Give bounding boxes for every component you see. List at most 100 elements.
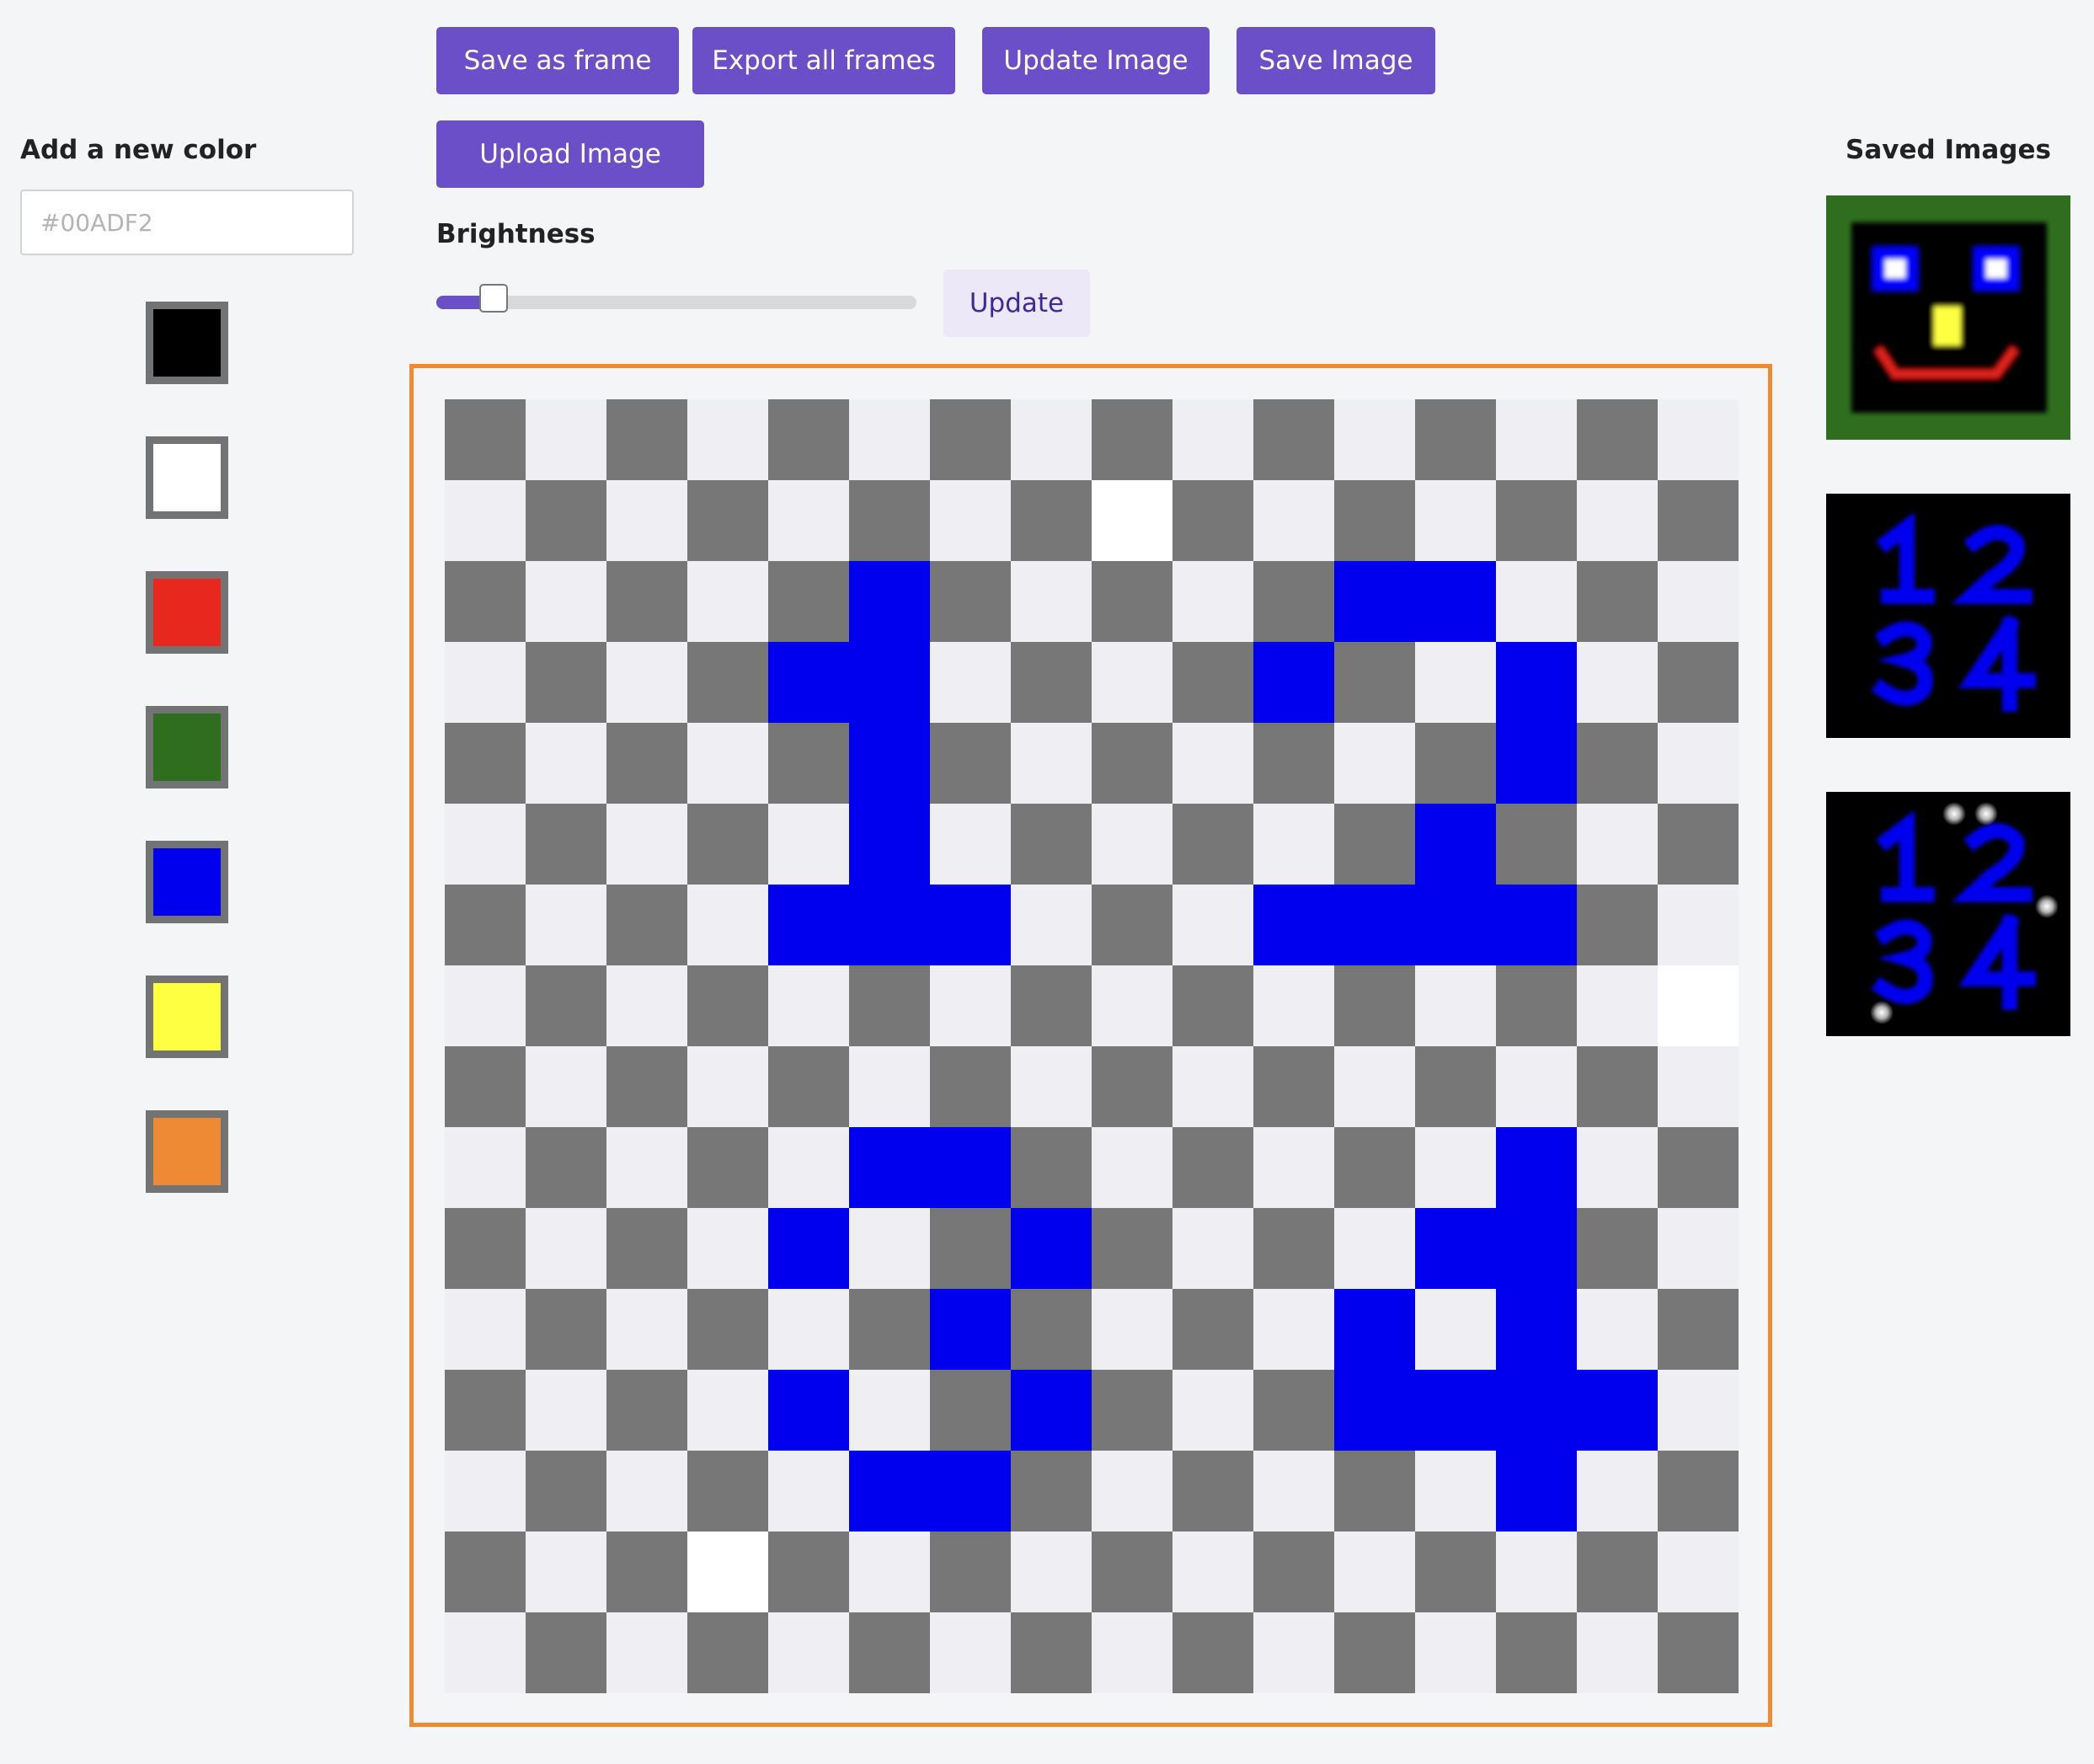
- pixel-cell[interactable]: [930, 723, 1011, 804]
- pixel-cell[interactable]: [606, 642, 687, 723]
- pixel-cell[interactable]: [1577, 965, 1658, 1046]
- pixel-cell[interactable]: [445, 1046, 526, 1127]
- pixel-cell[interactable]: [526, 885, 606, 965]
- pixel-cell[interactable]: [1415, 1127, 1496, 1208]
- pixel-cell[interactable]: [1253, 1127, 1334, 1208]
- pixel-cell[interactable]: [1658, 1612, 1739, 1693]
- pixel-cell[interactable]: [606, 1289, 687, 1370]
- pixel-cell[interactable]: [445, 1451, 526, 1531]
- pixel-cell[interactable]: [445, 561, 526, 642]
- pixel-cell[interactable]: [1011, 1451, 1092, 1531]
- pixel-cell[interactable]: [1011, 480, 1092, 561]
- pixel-cell[interactable]: [687, 561, 768, 642]
- pixel-cell[interactable]: [1092, 1046, 1173, 1127]
- pixel-cell[interactable]: [1011, 561, 1092, 642]
- pixel-cell[interactable]: [606, 1531, 687, 1612]
- pixel-cell[interactable]: [1496, 1289, 1577, 1370]
- pixel-cell[interactable]: [606, 965, 687, 1046]
- pixel-cell[interactable]: [1415, 804, 1496, 885]
- pixel-cell[interactable]: [1496, 1370, 1577, 1451]
- pixel-cell[interactable]: [1577, 561, 1658, 642]
- pixel-cell[interactable]: [1253, 561, 1334, 642]
- pixel-cell[interactable]: [526, 642, 606, 723]
- pixel-cell[interactable]: [1011, 1208, 1092, 1289]
- pixel-cell[interactable]: [930, 480, 1011, 561]
- pixel-cell[interactable]: [445, 1370, 526, 1451]
- numbers-1234-thumbnail[interactable]: [1826, 494, 2070, 738]
- pixel-cell[interactable]: [1577, 1370, 1658, 1451]
- update-image-button[interactable]: Update Image: [982, 27, 1210, 94]
- pixel-cell[interactable]: [768, 1612, 849, 1693]
- pixel-cell[interactable]: [445, 1208, 526, 1289]
- pixel-cell[interactable]: [1173, 642, 1253, 723]
- pixel-cell[interactable]: [1577, 804, 1658, 885]
- pixel-cell[interactable]: [1092, 642, 1173, 723]
- pixel-cell[interactable]: [445, 723, 526, 804]
- pixel-cell[interactable]: [1415, 1370, 1496, 1451]
- pixel-cell[interactable]: [687, 885, 768, 965]
- pixel-cell[interactable]: [606, 804, 687, 885]
- pixel-cell[interactable]: [1577, 1127, 1658, 1208]
- pixel-cell[interactable]: [1011, 1612, 1092, 1693]
- pixel-cell[interactable]: [1496, 804, 1577, 885]
- pixel-cell[interactable]: [1415, 885, 1496, 965]
- pixel-cell[interactable]: [1496, 1531, 1577, 1612]
- pixel-cell[interactable]: [1253, 885, 1334, 965]
- brightness-update-button[interactable]: Update: [943, 270, 1090, 337]
- pixel-cell[interactable]: [849, 480, 930, 561]
- pixel-cell[interactable]: [1173, 1612, 1253, 1693]
- pixel-cell[interactable]: [687, 1451, 768, 1531]
- pixel-cell[interactable]: [526, 399, 606, 480]
- pixel-cell[interactable]: [1011, 1370, 1092, 1451]
- pixel-cell[interactable]: [849, 1289, 930, 1370]
- pixel-cell[interactable]: [849, 561, 930, 642]
- pixel-cell[interactable]: [445, 885, 526, 965]
- pixel-cell[interactable]: [1415, 1531, 1496, 1612]
- pixel-cell[interactable]: [1173, 723, 1253, 804]
- pixel-cell[interactable]: [606, 1046, 687, 1127]
- pixel-cell[interactable]: [1334, 1531, 1415, 1612]
- pixel-cell[interactable]: [1011, 1127, 1092, 1208]
- pixel-cell[interactable]: [687, 1127, 768, 1208]
- pixel-cell[interactable]: [606, 1208, 687, 1289]
- pixel-cell[interactable]: [1253, 480, 1334, 561]
- pixel-cell[interactable]: [849, 1046, 930, 1127]
- pixel-cell[interactable]: [930, 1451, 1011, 1531]
- color-swatch-blue[interactable]: [146, 841, 228, 923]
- pixel-cell[interactable]: [687, 804, 768, 885]
- pixel-cell[interactable]: [687, 723, 768, 804]
- color-swatch-orange[interactable]: [146, 1110, 228, 1193]
- pixel-cell[interactable]: [849, 1370, 930, 1451]
- pixel-cell[interactable]: [1496, 723, 1577, 804]
- pixel-cell[interactable]: [1496, 1046, 1577, 1127]
- pixel-cell[interactable]: [1658, 1370, 1739, 1451]
- pixel-cell[interactable]: [445, 480, 526, 561]
- pixel-cell[interactable]: [1577, 1289, 1658, 1370]
- numbers-1234-sparkle-thumbnail[interactable]: [1826, 792, 2070, 1036]
- pixel-cell[interactable]: [1415, 1451, 1496, 1531]
- color-swatch-green[interactable]: [146, 706, 228, 788]
- pixel-cell[interactable]: [1496, 399, 1577, 480]
- pixel-cell[interactable]: [768, 804, 849, 885]
- pixel-cell[interactable]: [687, 642, 768, 723]
- pixel-cell[interactable]: [606, 399, 687, 480]
- pixel-cell[interactable]: [445, 1531, 526, 1612]
- pixel-cell[interactable]: [606, 885, 687, 965]
- pixel-cell[interactable]: [849, 1612, 930, 1693]
- pixel-cell[interactable]: [526, 723, 606, 804]
- pixel-cell[interactable]: [1658, 480, 1739, 561]
- pixel-cell[interactable]: [1253, 1370, 1334, 1451]
- pixel-cell[interactable]: [1253, 723, 1334, 804]
- pixel-cell[interactable]: [1415, 399, 1496, 480]
- pixel-cell[interactable]: [606, 1451, 687, 1531]
- pixel-cell[interactable]: [1415, 1289, 1496, 1370]
- pixel-cell[interactable]: [1011, 642, 1092, 723]
- pixel-cell[interactable]: [1253, 1046, 1334, 1127]
- pixel-cell[interactable]: [930, 642, 1011, 723]
- pixel-cell[interactable]: [1415, 1612, 1496, 1693]
- pixel-cell[interactable]: [930, 1289, 1011, 1370]
- pixel-cell[interactable]: [1092, 1370, 1173, 1451]
- color-swatch-white[interactable]: [146, 436, 228, 519]
- pixel-cell[interactable]: [1577, 1046, 1658, 1127]
- pixel-cell[interactable]: [1173, 1046, 1253, 1127]
